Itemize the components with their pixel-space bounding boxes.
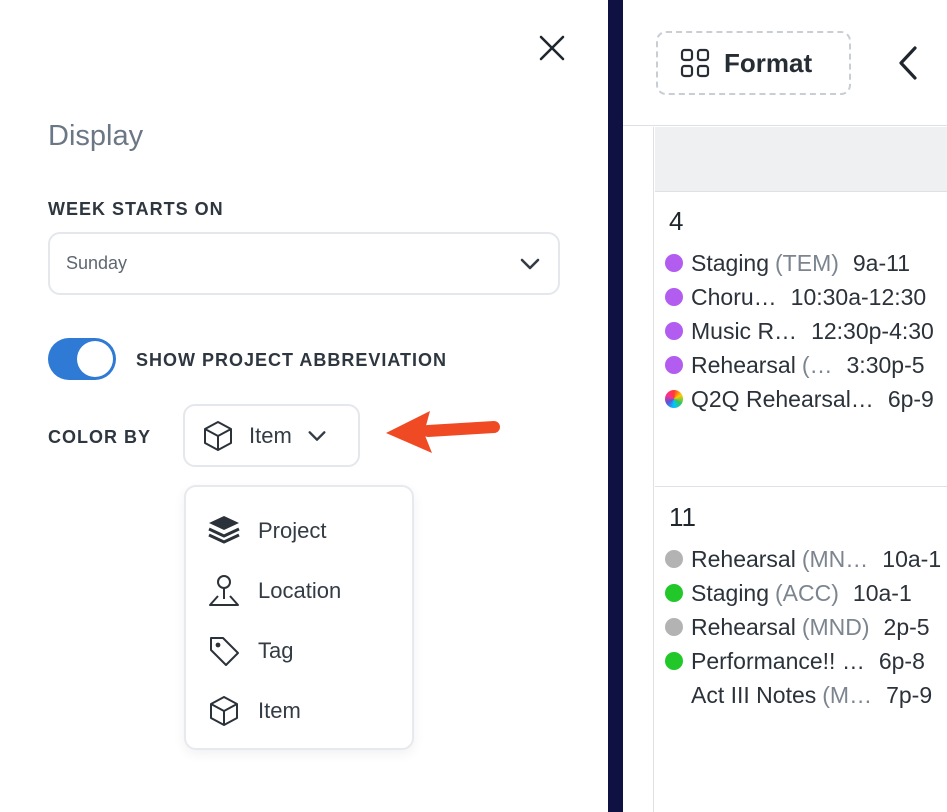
- event-abbreviation: (MN…: [801, 545, 869, 572]
- menu-item-item[interactable]: Item: [186, 681, 412, 741]
- event-title: Act III Notes: [691, 681, 817, 708]
- event-title: Rehearsal: [691, 613, 796, 640]
- close-icon: [539, 35, 565, 61]
- abbreviation-label: SHOW PROJECT ABBREVIATION: [136, 350, 448, 370]
- menu-item-location[interactable]: Location: [186, 561, 412, 621]
- event-abbreviation: (ACC): [775, 579, 839, 606]
- event-abbreviation: (TEM): [775, 249, 839, 276]
- event-time: 3:30p-5: [846, 351, 925, 378]
- app-root: Display WEEK STARTS ON Sunday SHOW PROJE…: [0, 0, 947, 812]
- event-color-dot: [665, 618, 683, 636]
- event-color-dot: [665, 288, 683, 306]
- toggle-knob: [77, 341, 113, 377]
- day-number: 4: [669, 206, 684, 236]
- annotation-arrow: [386, 411, 500, 453]
- event-list: Staging (TEM) 9a-11 Choru… 10:30a-12:30 Music…: [665, 246, 947, 416]
- event-abbreviation: (…: [801, 351, 833, 378]
- event-time: 10a-1: [852, 579, 912, 606]
- layers-icon: [208, 516, 240, 544]
- menu-item-project[interactable]: Project: [186, 501, 412, 561]
- event-title: Music R…: [691, 317, 798, 344]
- event-color-dot: [665, 322, 683, 340]
- calendar-view: Format 4 Staging (TEM) 9a-11 Choru… 10:30a-1…: [623, 0, 947, 812]
- grid-icon: [680, 48, 710, 78]
- event-time: 9a-11: [852, 249, 911, 276]
- menu-item-label: Location: [258, 578, 342, 603]
- color-by-value: Item: [249, 422, 292, 448]
- format-button[interactable]: Format: [656, 31, 851, 95]
- event-title: Staging: [691, 579, 770, 606]
- calendar-event[interactable]: Act III Notes (M… 7p-9: [665, 678, 947, 712]
- day-number: 11: [669, 502, 696, 532]
- color-by-label: COLOR BY: [48, 427, 152, 447]
- chevron-left-icon: [899, 46, 917, 80]
- menu-item-tag[interactable]: Tag: [186, 621, 412, 681]
- menu-item-label: Item: [258, 698, 301, 723]
- event-list: Rehearsal (MN… 10a-1 Staging (ACC) 10a-1 Rehea…: [665, 542, 947, 712]
- close-button[interactable]: [534, 30, 570, 66]
- event-time: 6p-8: [878, 647, 925, 674]
- event-color-dot: [665, 652, 683, 670]
- calendar-event[interactable]: Q2Q Rehearsal… 6p-9: [665, 382, 947, 416]
- event-title: Q2Q Rehearsal…: [691, 385, 874, 412]
- event-color-dot: [665, 356, 683, 374]
- display-panel: Display WEEK STARTS ON Sunday SHOW PROJE…: [0, 0, 608, 812]
- event-abbreviation: (MND): [801, 613, 870, 640]
- color-by-menu: Project Location Tag Item: [184, 485, 414, 750]
- event-color-dot: [665, 584, 683, 602]
- event-color-dot: [665, 254, 683, 272]
- abbreviation-toggle[interactable]: [48, 338, 116, 380]
- event-time: 2p-5: [883, 613, 930, 640]
- panel-divider: [608, 0, 623, 812]
- location-pin-icon: [209, 575, 239, 606]
- chevron-down-icon: [308, 430, 326, 441]
- event-time: 12:30p-4:30: [811, 317, 934, 344]
- event-time: 7p-9: [886, 681, 933, 708]
- event-time: 6p-9: [887, 385, 934, 412]
- event-title: Rehearsal: [691, 351, 796, 378]
- event-abbreviation: (M…: [822, 681, 873, 708]
- event-color-dot: [665, 550, 683, 568]
- time-gutter: [623, 127, 654, 812]
- color-by-select[interactable]: Item: [183, 404, 360, 467]
- cube-icon: [210, 696, 238, 726]
- calendar-event[interactable]: Rehearsal (MND) 2p-5: [665, 610, 947, 644]
- event-title: Choru…: [691, 283, 777, 310]
- tag-icon: [210, 637, 239, 666]
- calendar-event[interactable]: Rehearsal (… 3:30p-5: [665, 348, 947, 382]
- calendar-event[interactable]: Staging (ACC) 10a-1: [665, 576, 947, 610]
- panel-title: Display: [48, 120, 144, 152]
- calendar-event[interactable]: Staging (TEM) 9a-11: [665, 246, 947, 280]
- calendar-event[interactable]: Choru… 10:30a-12:30: [665, 280, 947, 314]
- calendar-header-row: [655, 127, 947, 192]
- event-color-dot: [665, 686, 683, 704]
- week-starts-value: Sunday: [66, 253, 128, 273]
- calendar-event[interactable]: Music R… 12:30p-4:30: [665, 314, 947, 348]
- event-time: 10a-1: [882, 545, 942, 572]
- event-title: Rehearsal: [691, 545, 796, 572]
- event-title: Staging: [691, 249, 770, 276]
- menu-item-label: Project: [258, 518, 327, 543]
- menu-item-label: Tag: [258, 638, 294, 663]
- chevron-down-icon: [520, 258, 540, 269]
- format-label: Format: [724, 47, 813, 78]
- previous-button[interactable]: [891, 40, 927, 86]
- event-time: 10:30a-12:30: [790, 283, 927, 310]
- event-color-dot: [665, 390, 683, 408]
- calendar-toolbar: Format: [623, 0, 947, 126]
- week-starts-label: WEEK STARTS ON: [48, 199, 224, 219]
- cube-icon: [204, 420, 232, 451]
- calendar-event[interactable]: Performance!! … 6p-8: [665, 644, 947, 678]
- day-cell[interactable]: 4 Staging (TEM) 9a-11 Choru… 10:30a-12:30 Mus…: [655, 192, 947, 487]
- week-starts-select[interactable]: Sunday: [48, 232, 560, 295]
- event-title: Performance!! …: [691, 647, 865, 674]
- calendar-event[interactable]: Rehearsal (MN… 10a-1: [665, 542, 947, 576]
- day-cell[interactable]: 11 Rehearsal (MN… 10a-1 Staging (ACC) 10a-1 Re…: [655, 488, 947, 812]
